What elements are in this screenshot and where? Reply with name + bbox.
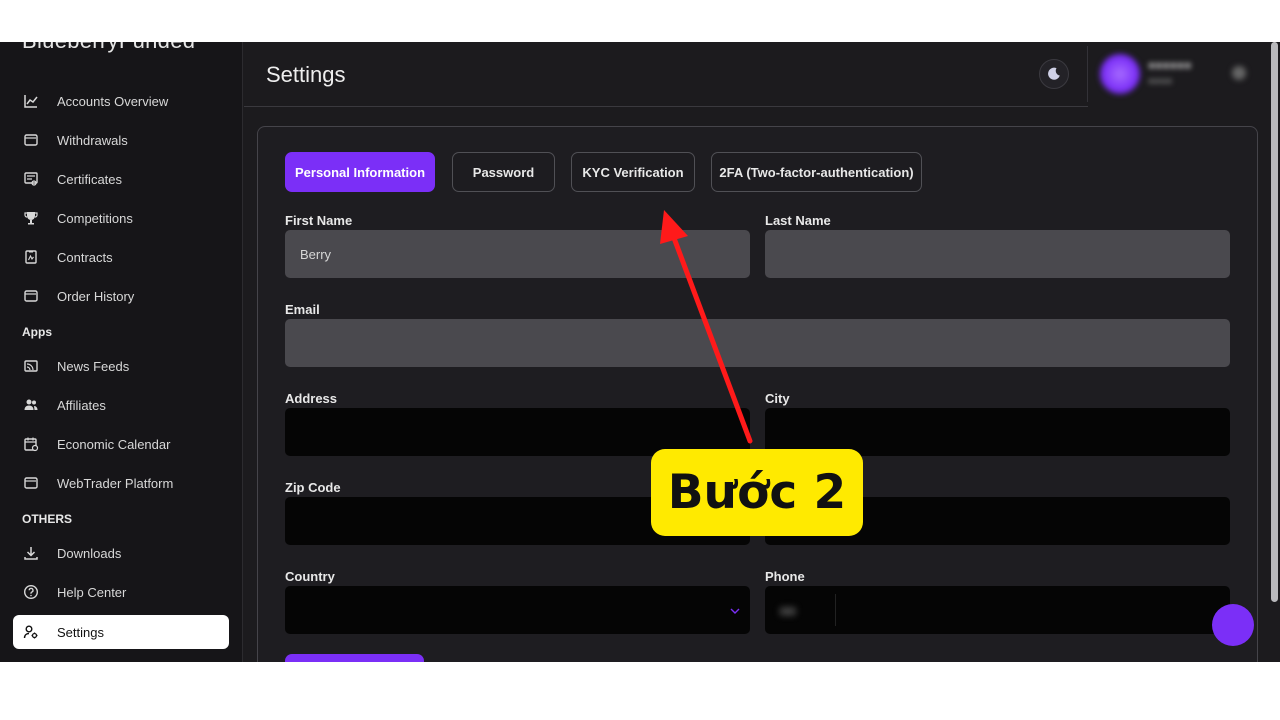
section-title-others: OTHERS bbox=[22, 512, 73, 526]
download-icon bbox=[22, 544, 40, 562]
sidebar-item-label: Settings bbox=[57, 624, 104, 640]
last-name-label: Last Name bbox=[765, 213, 831, 228]
country-label: Country bbox=[285, 569, 335, 584]
sidebar-item-label: Competitions bbox=[57, 210, 133, 226]
phone-field[interactable]: ●● bbox=[765, 586, 1230, 634]
sidebar-item-label: Certificates bbox=[57, 171, 123, 187]
tab-personal-information[interactable]: Personal Information bbox=[285, 152, 435, 192]
phone-country-code-blurred: ●● bbox=[780, 602, 796, 618]
sidebar-item-label: WebTrader Platform bbox=[57, 475, 174, 491]
city-label: City bbox=[765, 391, 790, 406]
cast-icon bbox=[22, 357, 40, 375]
last-name-field[interactable] bbox=[765, 230, 1230, 278]
settings-card bbox=[257, 126, 1258, 662]
sidebar-item-news-feeds[interactable]: News Feeds bbox=[13, 349, 229, 383]
sidebar-item-withdrawals[interactable]: Withdrawals bbox=[13, 123, 229, 157]
email-field[interactable] bbox=[285, 319, 1230, 367]
first-name-label: First Name bbox=[285, 213, 353, 228]
user-menu[interactable]: ●●●●●● ●●●● bbox=[1100, 54, 1250, 94]
wallet-icon bbox=[22, 287, 40, 305]
sidebar-item-label: Economic Calendar bbox=[57, 436, 171, 452]
sidebar-item-label: Affiliates bbox=[57, 397, 106, 413]
moon-icon bbox=[1048, 67, 1060, 80]
sidebar-item-label: Downloads bbox=[57, 545, 122, 561]
calendar-icon bbox=[22, 435, 40, 453]
sidebar-item-webtrader-platform[interactable]: WebTrader Platform bbox=[13, 466, 229, 500]
phone-divider bbox=[835, 594, 836, 626]
email-label: Email bbox=[285, 302, 320, 317]
tab-kyc-verification[interactable]: KYC Verification bbox=[571, 152, 695, 192]
scrollbar[interactable] bbox=[1271, 42, 1278, 602]
sidebar-item-accounts-overview[interactable]: Accounts Overview bbox=[13, 84, 229, 118]
sidebar-item-settings[interactable]: Settings bbox=[13, 615, 229, 649]
sidebar-item-label: Help Center bbox=[57, 584, 127, 600]
chat-support-button[interactable] bbox=[1212, 604, 1254, 646]
country-select[interactable] bbox=[285, 586, 750, 634]
people-icon bbox=[22, 396, 40, 414]
theme-toggle-button[interactable] bbox=[1039, 59, 1069, 89]
user-name-blurred: ●●●●●● bbox=[1148, 58, 1192, 72]
sidebar-item-label: Accounts Overview bbox=[57, 93, 169, 109]
chevron-left-icon[interactable]: ‹ bbox=[218, 42, 221, 45]
tab-2fa[interactable]: 2FA (Two-factor-authentication) bbox=[711, 152, 922, 192]
help-icon bbox=[22, 583, 40, 601]
sidebar-item-order-history[interactable]: Order History bbox=[13, 279, 229, 313]
save-button[interactable] bbox=[285, 654, 424, 662]
sidebar-item-label: Contracts bbox=[57, 249, 113, 265]
user-role-blurred: ●●●● bbox=[1148, 76, 1173, 87]
sidebar-item-label: Order History bbox=[57, 288, 135, 304]
sidebar-item-downloads[interactable]: Downloads bbox=[13, 536, 229, 570]
step-callout: Bước 2 bbox=[651, 449, 863, 536]
section-title-apps: Apps bbox=[22, 325, 52, 339]
certificate-icon bbox=[22, 170, 40, 188]
zip-code-label: Zip Code bbox=[285, 480, 341, 495]
sidebar-item-competitions[interactable]: Competitions bbox=[13, 201, 229, 235]
sidebar: BlueberryFunded ‹ Accounts Overview With… bbox=[0, 42, 243, 662]
wallet-icon bbox=[22, 131, 40, 149]
sidebar-item-label: Withdrawals bbox=[57, 132, 128, 148]
sidebar-item-label: News Feeds bbox=[57, 358, 130, 374]
page-title: Settings bbox=[266, 62, 346, 87]
header-divider bbox=[1087, 46, 1088, 102]
contract-icon bbox=[22, 248, 40, 266]
sidebar-item-contracts[interactable]: Contracts bbox=[13, 240, 229, 274]
user-settings-icon bbox=[22, 623, 40, 641]
tab-password[interactable]: Password bbox=[452, 152, 555, 192]
chart-line-icon bbox=[22, 92, 40, 110]
chevron-down-icon bbox=[730, 603, 740, 618]
sidebar-item-affiliates[interactable]: Affiliates bbox=[13, 388, 229, 422]
address-label: Address bbox=[285, 391, 338, 406]
app-frame: BlueberryFunded ‹ Accounts Overview With… bbox=[0, 42, 1280, 662]
first-name-field[interactable]: Berry bbox=[285, 230, 750, 278]
sidebar-item-help-center[interactable]: Help Center bbox=[13, 575, 229, 609]
wallet-icon bbox=[22, 474, 40, 492]
sidebar-item-certificates[interactable]: Certificates bbox=[13, 162, 229, 196]
avatar[interactable] bbox=[1100, 54, 1140, 94]
brand-logo[interactable]: BlueberryFunded bbox=[22, 42, 195, 54]
phone-label: Phone bbox=[765, 569, 805, 584]
top-header: Settings bbox=[244, 42, 1088, 107]
user-menu-icon[interactable] bbox=[1232, 66, 1246, 80]
sidebar-item-economic-calendar[interactable]: Economic Calendar bbox=[13, 427, 229, 461]
trophy-icon bbox=[22, 209, 40, 227]
